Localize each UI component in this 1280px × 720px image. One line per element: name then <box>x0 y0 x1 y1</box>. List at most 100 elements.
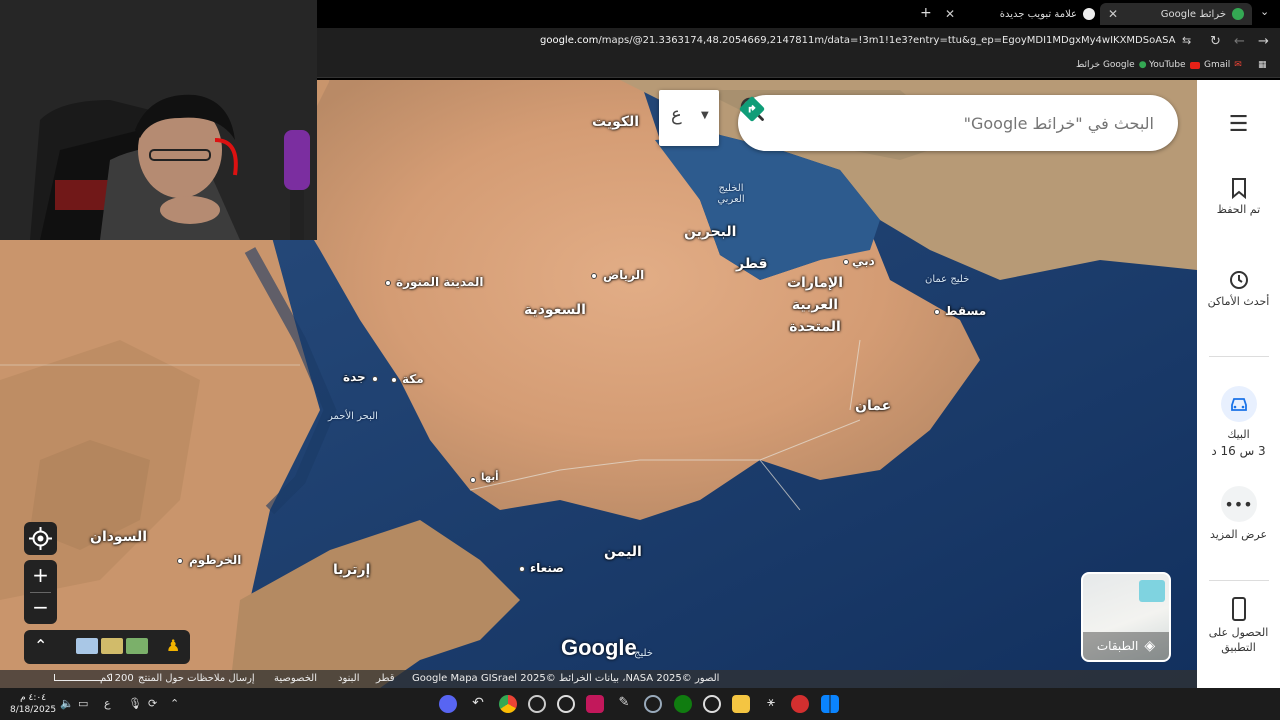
url-field[interactable]: google.com/maps/@21.3363174,48.2054669,2… <box>540 35 1176 46</box>
layers-label-bar: الطبقات ◈ <box>1083 632 1169 660</box>
place-kuwait[interactable]: الكويت <box>592 114 639 130</box>
tab-google-maps[interactable]: خرائط Google ✕ <box>1100 3 1252 25</box>
close-tab-icon[interactable]: ✕ <box>945 7 955 21</box>
youtube-icon <box>1189 61 1200 69</box>
my-location-button[interactable] <box>24 522 57 555</box>
obs-icon[interactable] <box>528 695 546 713</box>
bookmark-label: خرائط Google <box>1076 60 1135 70</box>
place-jeddah[interactable]: جدة <box>343 370 366 384</box>
network-icon[interactable]: ▭ <box>78 697 88 710</box>
home-label: البيك <box>1227 428 1250 441</box>
place-makkah[interactable]: مكة <box>402 372 424 386</box>
bookmark-youtube[interactable]: YouTube <box>1149 60 1200 70</box>
layers-thumb <box>1139 580 1165 602</box>
place-madinah[interactable]: المدينة المنورة <box>396 275 484 289</box>
car-icon <box>1220 386 1257 422</box>
imagery-attribution: الصور ©2025 NASA، بيانات الخرائط ©2025 G… <box>412 673 720 684</box>
microphone-icon[interactable]: 🎙 <box>128 697 142 710</box>
place-abha[interactable]: أبها <box>481 472 499 483</box>
xbox-icon[interactable] <box>674 695 692 713</box>
expand-up-icon[interactable]: ⌃ <box>34 636 47 655</box>
phone-icon <box>1231 597 1246 621</box>
bookmark-google-maps[interactable]: خرائط Google ● <box>1076 60 1147 70</box>
zoom-in-button[interactable]: + <box>24 560 57 592</box>
layers-button[interactable]: الطبقات ◈ <box>1081 572 1171 662</box>
city-dot <box>470 477 476 483</box>
dropdown-arrow-icon: ▼ <box>701 110 709 121</box>
saved-button[interactable]: تم الحفظ <box>1197 176 1280 216</box>
saved-label: تم الحفظ <box>1216 203 1261 216</box>
zoom-controls: + − <box>24 560 57 624</box>
settings-gear-icon[interactable] <box>557 695 575 713</box>
pen-icon[interactable]: ✎ <box>615 695 633 713</box>
maps-sidebar: ☰ تم الحفظ أحدث الأماكن البيك 3 س 16 د •… <box>1197 80 1280 688</box>
close-tab-icon[interactable]: ✕ <box>1108 7 1118 21</box>
place-dubai[interactable]: دبي <box>852 254 875 268</box>
place-eritrea[interactable]: إرتريا <box>333 562 370 578</box>
site-info-icon[interactable]: ⇆ <box>1182 34 1191 47</box>
place-sanaa[interactable]: صنعاء <box>530 561 564 575</box>
language-selector[interactable]: ع ▼ <box>659 90 719 146</box>
home-travel-time: 3 س 16 د <box>1211 444 1266 458</box>
windows-start-icon[interactable] <box>821 695 839 713</box>
place-saudi-arabia[interactable]: السعودية <box>524 302 586 318</box>
system-clock[interactable]: ٤:٠٤ م 8/18/2025 <box>10 692 56 716</box>
back-arrow-icon[interactable]: → <box>1258 34 1269 49</box>
get-app-button[interactable]: الحصول على التطبيق <box>1197 596 1280 655</box>
get-app-label: الحصول على التطبيق <box>1208 626 1269 654</box>
footer-privacy[interactable]: الخصوصية <box>274 673 317 684</box>
chrome-icon[interactable] <box>499 695 517 713</box>
more-button[interactable]: ••• عرض المزيد <box>1197 486 1280 541</box>
maps-favicon-icon <box>1232 8 1244 20</box>
file-explorer-icon[interactable] <box>732 695 750 713</box>
screen: ⌄ خرائط Google ✕ علامة تبويب جديدة ✕ + →… <box>0 0 1280 720</box>
street-view-pegman-icon[interactable]: ♟ <box>166 636 180 655</box>
search-input[interactable] <box>894 109 1154 137</box>
sync-icon[interactable]: ⟳ <box>148 697 157 710</box>
footer-terms[interactable]: البنود <box>338 673 359 684</box>
recent-label: أحدث الأماكن <box>1207 295 1270 308</box>
back-app-icon[interactable]: ↶ <box>469 695 487 713</box>
input-language[interactable]: ع <box>104 697 111 710</box>
place-uae[interactable]: الإمارات العربية المتحدة <box>784 272 846 338</box>
place-qatar[interactable]: قطر <box>736 256 768 272</box>
language-label: ع <box>671 104 682 125</box>
zoom-out-button[interactable]: − <box>24 592 57 624</box>
apps-grid-icon[interactable]: ▦ <box>1258 60 1267 70</box>
map-thumb-default[interactable] <box>76 638 98 654</box>
footer-country[interactable]: قطر <box>376 673 395 684</box>
place-yemen[interactable]: اليمن <box>604 544 642 560</box>
tray-expand-icon[interactable]: ⌃ <box>170 697 179 710</box>
google-logo: Google <box>561 635 637 660</box>
search-taskbar-icon[interactable] <box>703 695 721 713</box>
footer-feedback[interactable]: إرسال ملاحظات حول المنتج <box>138 673 255 684</box>
place-sudan[interactable]: السودان <box>90 529 147 545</box>
windows-taskbar: ٤:٠٤ م 8/18/2025 🔈 ▭ ع 🎙 ⟳ ⌃ ↶ ✎ ⚹ <box>0 688 1280 720</box>
place-muscat[interactable]: مسقط <box>945 304 986 318</box>
home-shortcut[interactable]: البيك 3 س 16 د <box>1197 386 1280 458</box>
bookmark-gmail[interactable]: Gmail ✉ <box>1204 60 1242 70</box>
place-oman[interactable]: عمان <box>855 398 891 414</box>
network-app-icon[interactable]: ⚹ <box>762 695 780 713</box>
city-dot <box>391 377 397 383</box>
reload-icon[interactable]: ↻ <box>1210 34 1221 49</box>
forward-arrow-icon[interactable]: ← <box>1234 34 1245 49</box>
volume-icon[interactable]: 🔈 <box>60 697 74 710</box>
gear-app-icon[interactable] <box>644 695 662 713</box>
place-riyadh[interactable]: الرياض <box>603 268 644 282</box>
directions-icon[interactable] <box>738 95 766 123</box>
recent-button[interactable]: أحدث الأماكن <box>1197 268 1280 308</box>
url-domain: google.com <box>540 35 599 46</box>
discord-icon[interactable] <box>439 695 457 713</box>
map-footer: الصور ©2025 NASA، بيانات الخرائط ©2025 G… <box>0 670 1197 688</box>
tab-search-icon[interactable]: ⌄ <box>1260 5 1269 18</box>
new-tab-plus-icon[interactable]: + <box>920 5 932 21</box>
map-thumb-satellite[interactable] <box>126 638 148 654</box>
map-thumb-terrain[interactable] <box>101 638 123 654</box>
tab-new-tab[interactable]: علامة تبويب جديدة ✕ <box>945 3 1095 25</box>
menu-button[interactable]: ☰ <box>1197 112 1280 137</box>
place-khartoum[interactable]: الخرطوم <box>189 553 241 567</box>
next-app-icon[interactable] <box>586 695 604 713</box>
red-app-icon[interactable] <box>791 695 809 713</box>
place-bahrain[interactable]: البحرين <box>684 224 736 240</box>
